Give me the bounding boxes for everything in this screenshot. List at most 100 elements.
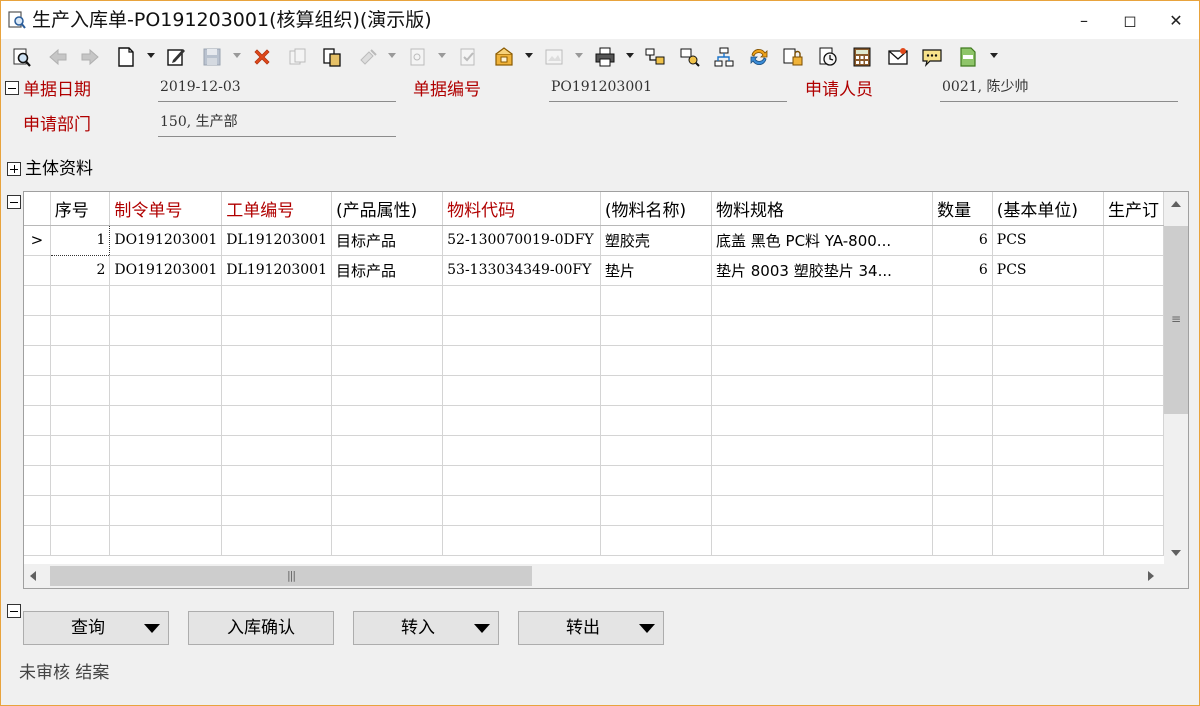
grid-collapse-toggle[interactable] xyxy=(7,195,21,209)
empty-cell[interactable] xyxy=(50,375,111,406)
empty-cell[interactable] xyxy=(1103,525,1164,556)
transfer-in-button[interactable]: 转入 xyxy=(353,611,499,645)
scroll-left-icon[interactable] xyxy=(30,571,36,581)
empty-table-row[interactable] xyxy=(24,285,1164,316)
empty-cell[interactable] xyxy=(109,495,223,526)
empty-cell[interactable] xyxy=(932,495,993,526)
new-dropdown-icon[interactable] xyxy=(147,53,155,58)
horizontal-scrollbar[interactable]: ||| xyxy=(24,564,1164,588)
flow-icon[interactable] xyxy=(642,44,668,70)
empty-cell[interactable] xyxy=(50,345,111,376)
empty-cell[interactable] xyxy=(711,315,934,346)
empty-cell[interactable] xyxy=(50,465,111,496)
empty-table-row[interactable] xyxy=(24,315,1164,346)
save-icon[interactable] xyxy=(199,44,225,70)
empty-cell[interactable] xyxy=(932,315,993,346)
horizontal-scroll-thumb[interactable]: ||| xyxy=(50,566,532,586)
bill-number-field[interactable]: PO191203001 xyxy=(549,76,787,102)
empty-cell[interactable] xyxy=(992,525,1104,556)
empty-cell[interactable] xyxy=(109,525,223,556)
empty-cell[interactable] xyxy=(221,525,332,556)
empty-cell[interactable] xyxy=(331,345,444,376)
delete-icon[interactable] xyxy=(249,44,275,70)
empty-cell[interactable] xyxy=(442,375,601,406)
cell-seq[interactable]: 1 xyxy=(49,224,111,256)
empty-cell[interactable] xyxy=(711,345,934,376)
empty-cell[interactable] xyxy=(992,285,1104,316)
empty-cell[interactable] xyxy=(711,285,934,316)
cell-quantity[interactable]: 6 xyxy=(932,225,993,256)
scroll-right-icon[interactable] xyxy=(1148,571,1154,581)
forward-arrow-icon[interactable] xyxy=(77,44,103,70)
column-header-material-name[interactable]: (物料名称) xyxy=(600,192,713,226)
cell-production-order[interactable] xyxy=(1103,225,1164,256)
date-field[interactable]: 2019-12-03 xyxy=(158,76,396,102)
cell-order-no[interactable]: DO191203001 xyxy=(109,255,223,286)
department-field[interactable]: 150, 生产部 xyxy=(158,111,396,137)
actions-collapse-toggle[interactable] xyxy=(7,604,21,618)
empty-cell[interactable] xyxy=(932,435,993,466)
paste-icon[interactable] xyxy=(319,44,345,70)
empty-table-row[interactable] xyxy=(24,435,1164,466)
empty-cell[interactable] xyxy=(109,315,223,346)
excel-export-icon[interactable] xyxy=(955,44,981,70)
empty-cell[interactable] xyxy=(442,495,601,526)
empty-cell[interactable] xyxy=(109,285,223,316)
applicant-field[interactable]: 0021, 陈少帅 xyxy=(940,76,1178,102)
empty-cell[interactable] xyxy=(1103,345,1164,376)
export-dropdown-icon[interactable] xyxy=(990,53,998,58)
scroll-down-icon[interactable] xyxy=(1171,550,1181,556)
cell-material-name[interactable]: 塑胶壳 xyxy=(600,225,713,256)
empty-cell[interactable] xyxy=(992,495,1104,526)
maximize-button[interactable]: ◻ xyxy=(1107,1,1153,39)
empty-cell[interactable] xyxy=(1103,315,1164,346)
empty-cell[interactable] xyxy=(932,525,993,556)
empty-cell[interactable] xyxy=(711,435,934,466)
table-row[interactable]: 2 DO191203001 DL191203001 目标产品 53-133034… xyxy=(24,255,1164,286)
stamp-icon[interactable] xyxy=(491,44,517,70)
empty-cell[interactable] xyxy=(711,375,934,406)
empty-cell[interactable] xyxy=(331,375,444,406)
empty-cell[interactable] xyxy=(442,435,601,466)
empty-cell[interactable] xyxy=(1103,495,1164,526)
cell-base-unit[interactable]: PCS xyxy=(992,255,1104,286)
empty-cell[interactable] xyxy=(50,525,111,556)
empty-cell[interactable] xyxy=(109,465,223,496)
cell-order-no[interactable]: DO191203001 xyxy=(109,225,223,256)
column-header-work-order[interactable]: 工单编号 xyxy=(221,192,332,226)
empty-cell[interactable] xyxy=(442,345,601,376)
empty-cell[interactable] xyxy=(331,405,444,436)
empty-cell[interactable] xyxy=(711,465,934,496)
empty-table-row[interactable] xyxy=(24,465,1164,496)
cell-seq[interactable]: 2 xyxy=(50,255,111,286)
empty-cell[interactable] xyxy=(600,495,713,526)
close-window-button[interactable]: ✕ xyxy=(1153,1,1199,39)
empty-cell[interactable] xyxy=(992,465,1104,496)
empty-cell[interactable] xyxy=(221,435,332,466)
empty-cell[interactable] xyxy=(109,345,223,376)
transfer-out-button[interactable]: 转出 xyxy=(518,611,664,645)
image-disabled-icon[interactable] xyxy=(541,44,567,70)
empty-table-row[interactable] xyxy=(24,495,1164,526)
empty-cell[interactable] xyxy=(600,465,713,496)
empty-table-row[interactable] xyxy=(24,405,1164,436)
link-dropdown-icon[interactable] xyxy=(388,53,396,58)
empty-cell[interactable] xyxy=(932,285,993,316)
empty-cell[interactable] xyxy=(221,345,332,376)
empty-cell[interactable] xyxy=(221,315,332,346)
column-header-seq[interactable]: 序号 xyxy=(50,192,111,226)
vertical-scrollbar[interactable]: ≡ xyxy=(1164,192,1188,564)
refresh-icon[interactable] xyxy=(746,44,772,70)
empty-cell[interactable] xyxy=(932,375,993,406)
empty-cell[interactable] xyxy=(1103,405,1164,436)
empty-cell[interactable] xyxy=(109,435,223,466)
empty-cell[interactable] xyxy=(1103,465,1164,496)
empty-cell[interactable] xyxy=(600,525,713,556)
minimize-button[interactable]: – xyxy=(1061,1,1107,39)
hierarchy-icon[interactable] xyxy=(711,44,737,70)
empty-cell[interactable] xyxy=(600,405,713,436)
empty-cell[interactable] xyxy=(221,285,332,316)
empty-cell[interactable] xyxy=(711,525,934,556)
empty-cell[interactable] xyxy=(1103,285,1164,316)
empty-cell[interactable] xyxy=(711,405,934,436)
